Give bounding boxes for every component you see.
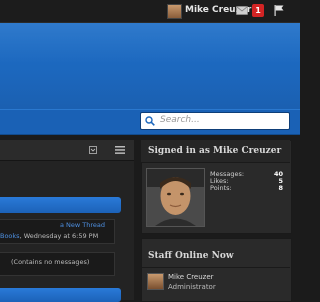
- signed-in-title: Signed in as Mike Creuzer: [148, 146, 282, 156]
- mail-icon[interactable]: [236, 6, 248, 15]
- stat-points-label: Points:: [210, 184, 232, 192]
- new-thread-link[interactable]: a New Thread: [60, 221, 105, 229]
- thread-time: , Wednesday at 6:59 PM: [19, 232, 99, 240]
- collapse-icon[interactable]: [89, 146, 97, 154]
- staff-online-title: Staff Online Now: [148, 251, 234, 261]
- search-icon[interactable]: [145, 116, 155, 126]
- staff-name-link[interactable]: Mike Creuzer: [168, 273, 214, 281]
- staff-avatar[interactable]: [147, 273, 164, 290]
- main-panel-header: [0, 140, 134, 161]
- user-avatar[interactable]: [167, 4, 182, 19]
- section-header-bar[interactable]: [0, 197, 121, 213]
- flag-icon[interactable]: [274, 5, 284, 16]
- search-placeholder: Search...: [160, 115, 200, 125]
- thread-forum-link[interactable]: Books: [0, 232, 20, 240]
- staff-role: Administrator: [168, 283, 216, 291]
- profile-photo[interactable]: [146, 168, 205, 227]
- alerts-badge[interactable]: 1: [252, 4, 264, 17]
- empty-message: (Contains no messages): [11, 258, 90, 266]
- search-box[interactable]: Search...: [140, 112, 290, 130]
- staff-online-panel: [141, 238, 292, 302]
- staff-divider: [141, 267, 290, 268]
- stat-points-value[interactable]: 8: [278, 184, 283, 192]
- thread-meta: Books, Wednesday at 6:59 PM: [0, 232, 98, 240]
- menu-icon[interactable]: [115, 146, 125, 154]
